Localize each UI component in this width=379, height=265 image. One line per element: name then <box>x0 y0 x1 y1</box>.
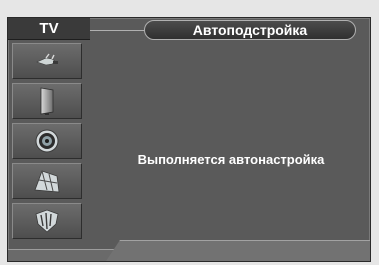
tv-label: TV <box>8 18 90 40</box>
antenna-icon <box>34 53 60 69</box>
screen: TV Автоподстройка Выполняется автонастро… <box>0 0 379 265</box>
sidebar-item-picture[interactable] <box>12 83 82 119</box>
sidebar-item-sound[interactable] <box>12 123 82 159</box>
header-title: Автоподстройка <box>144 20 356 40</box>
sidebar-item-channel[interactable] <box>12 163 82 199</box>
bottom-bar-raised <box>106 240 370 261</box>
sidebar-item-input[interactable] <box>12 43 82 79</box>
tv-osd-frame: TV Автоподстройка Выполняется автонастро… <box>7 17 371 262</box>
header-divider <box>90 30 146 31</box>
sound-icon <box>34 128 60 154</box>
picture-icon <box>36 86 58 116</box>
sidebar-item-setup[interactable] <box>12 203 82 239</box>
setup-icon <box>33 208 61 234</box>
main-panel: Выполняется автонастройка <box>90 40 370 240</box>
status-message: Выполняется автонастройка <box>137 152 325 167</box>
channel-icon <box>33 168 61 194</box>
bottom-bar <box>8 240 370 261</box>
sidebar: TV <box>8 18 90 261</box>
